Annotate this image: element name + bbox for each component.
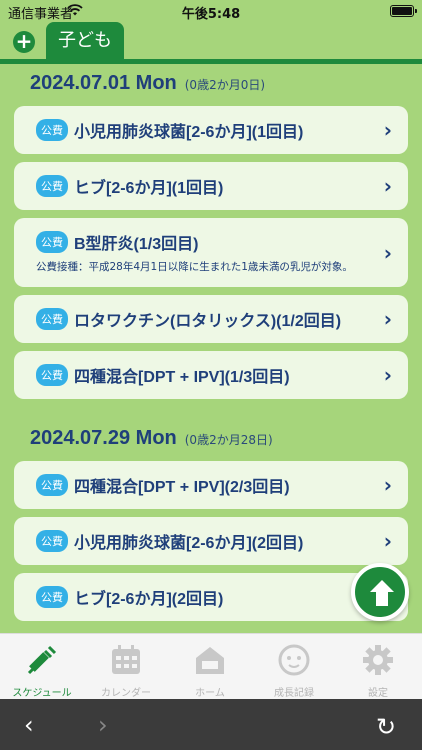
public-funded-badge: 公費 (36, 364, 68, 386)
tab-calendar[interactable]: カレンダー (84, 634, 168, 700)
tab-growth[interactable]: 成長記録 (252, 634, 336, 700)
chevron-right-icon: › (383, 529, 392, 553)
tab-label: ホーム (195, 688, 225, 699)
chevron-right-icon: › (383, 118, 392, 142)
child-age: (0歳2か月28日) (184, 433, 273, 447)
public-funded-badge: 公費 (36, 530, 68, 552)
vaccine-card[interactable]: 公費 小児用肺炎球菌[2-6か月](1回目) › (14, 106, 408, 154)
public-funded-badge: 公費 (36, 231, 68, 253)
tab-schedule[interactable]: スケジュール (0, 634, 84, 700)
vaccine-row: 公費 ロタワクチン(ロタリックス)(1/2回目) (36, 307, 368, 331)
tab-label: 設定 (368, 688, 388, 699)
tab-label: スケジュール (12, 688, 72, 699)
tab-label: カレンダー (101, 688, 151, 699)
vaccine-name: ロタワクチン(ロタリックス)(1/2回目) (74, 313, 342, 330)
vaccine-row: 公費 四種混合[DPT + IPV](2/3回目) (36, 473, 368, 497)
vaccine-card[interactable]: 公費 小児用肺炎球菌[2-6か月](2回目) › (14, 517, 408, 565)
public-funded-badge: 公費 (36, 586, 68, 608)
child-tab-bar: + 子ども (0, 22, 422, 64)
scroll-top-button[interactable] (351, 563, 409, 621)
calendar-icon (112, 645, 140, 674)
vaccine-name: B型肝炎(1/3回目) (74, 236, 199, 253)
tab-label: 成長記録 (274, 688, 314, 699)
home-icon (196, 647, 224, 674)
vaccine-card[interactable]: 公費 四種混合[DPT + IPV](1/3回目) › (14, 351, 408, 399)
vaccine-row: 公費 小児用肺炎球菌[2-6か月](1回目) (36, 118, 368, 142)
chevron-right-icon: › (383, 174, 392, 198)
vaccine-row: 公費 四種混合[DPT + IPV](1/3回目) (36, 363, 368, 387)
tab-child[interactable]: 子ども (46, 22, 124, 62)
child-age: (0歳2か月0日) (184, 78, 266, 92)
vaccine-name: 小児用肺炎球菌[2-6か月](2回目) (74, 535, 304, 552)
chevron-right-icon: › (383, 240, 392, 265)
gear-icon (363, 645, 393, 675)
schedule-list[interactable]: 2024.07.01 Mon (0歳2か月0日) 公費 小児用肺炎球菌[2-6か月](… (0, 64, 422, 633)
bottom-tab-bar: スケジュール カレンダー ホーム 成長記録 設定 (0, 633, 422, 699)
vaccine-row: 公費 ヒブ[2-6か月](2回目) (36, 585, 368, 609)
vaccine-name: ヒブ[2-6か月](1回目) (74, 180, 224, 197)
battery-icon (390, 5, 417, 17)
chevron-right-icon: › (383, 307, 392, 331)
public-funded-badge: 公費 (36, 175, 68, 197)
vaccine-card[interactable]: 公費ヒブ[2-6か月](2回目)› (14, 573, 408, 621)
vaccine-row: 公費 ヒブ[2-6か月](1回目) (36, 174, 368, 198)
reload-icon[interactable]: ↻ (376, 713, 396, 741)
vaccine-card[interactable]: 公費 ヒブ[2-6か月](1回目) › (14, 162, 408, 210)
tab-home[interactable]: ホーム (168, 634, 252, 700)
plus-circle-icon[interactable]: + (13, 31, 35, 53)
public-funded-badge: 公費 (36, 119, 68, 141)
browser-toolbar: ‹ › ↻ (0, 699, 422, 750)
date-header: 2024.07.01 Mon (0歳2か月0日) (0, 64, 422, 106)
schedule-date: 2024.07.01 Mon (30, 72, 177, 94)
clock: 午後5:48 (181, 7, 241, 22)
vaccine-card[interactable]: 公費 B型肝炎(1/3回目) 公費接種：平成28年4月1日以降に生まれた1歳未満の乳… (14, 218, 408, 287)
vaccine-name: 小児用肺炎球菌[2-6か月](1回目) (74, 124, 304, 141)
chevron-right-icon: › (383, 473, 392, 497)
arrow-up-icon (370, 580, 394, 606)
date-header: 2024.07.29 Mon (0歳2か月28日) (0, 419, 422, 461)
back-icon[interactable]: ‹ (24, 711, 34, 739)
vaccine-row: 公費 小児用肺炎球菌[2-6か月](2回目) (36, 529, 368, 553)
vaccine-row: 公費 B型肝炎(1/3回目) (36, 230, 368, 254)
vaccine-name: ヒブ[2-6か月](2回目) (74, 591, 224, 608)
vaccine-note: 公費接種：平成28年4月1日以降に生まれた1歳未満の乳児が対象。 (36, 261, 353, 273)
schedule-date: 2024.07.29 Mon (30, 427, 177, 449)
chevron-right-icon: › (383, 363, 392, 387)
public-funded-badge: 公費 (36, 474, 68, 496)
vaccine-card[interactable]: 公費 四種混合[DPT + IPV](2/3回目) › (14, 461, 408, 509)
tab-settings[interactable]: 設定 (336, 634, 420, 700)
status-bar: 通信事業者 午後5:48 (0, 0, 422, 22)
public-funded-badge: 公費 (36, 308, 68, 330)
vaccine-card[interactable]: 公費 ロタワクチン(ロタリックス)(1/2回目) › (14, 295, 408, 343)
vaccine-name: 四種混合[DPT + IPV](2/3回目) (74, 479, 290, 496)
vaccine-name: 四種混合[DPT + IPV](1/3回目) (74, 369, 290, 386)
syringe-icon (27, 645, 57, 675)
baby-face-icon (278, 644, 310, 676)
forward-icon[interactable]: › (98, 711, 108, 739)
